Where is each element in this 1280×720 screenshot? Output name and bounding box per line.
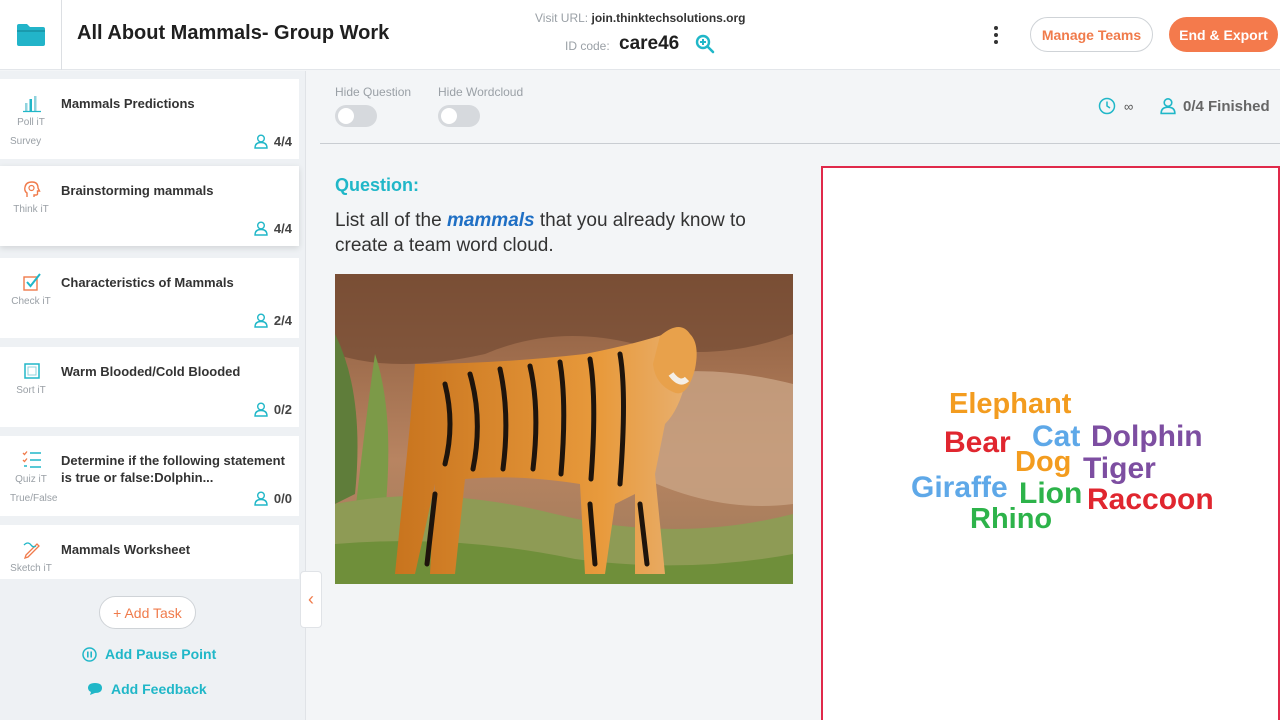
- task-type: Quiz iT: [15, 474, 47, 485]
- task-count-value: 4/4: [273, 134, 292, 149]
- word-raccoon: Raccoon: [1087, 483, 1214, 516]
- task-count: 4/4: [254, 221, 292, 236]
- poll-chart-icon: [23, 96, 41, 113]
- task-title: Mammals Worksheet: [61, 542, 191, 557]
- word-tiger: Tiger: [1083, 452, 1156, 485]
- finished-status: 0/4 Finished: [1160, 97, 1270, 115]
- clock-icon: [1098, 97, 1116, 115]
- add-feedback-link[interactable]: Add Feedback: [87, 681, 207, 697]
- task-count-value: 2/4: [273, 313, 292, 328]
- more-options-icon[interactable]: [985, 22, 1007, 48]
- task-type: Sketch iT: [10, 563, 52, 574]
- hide-question-label: Hide Question: [335, 85, 412, 99]
- task-title: Warm Blooded/Cold Blooded: [61, 364, 241, 379]
- add-feedback-label: Add Feedback: [111, 681, 207, 697]
- task-count: 0/0: [254, 491, 292, 506]
- add-pause-point-label: Add Pause Point: [105, 646, 217, 662]
- task-type: Poll iT: [17, 117, 45, 128]
- word-dolphin: Dolphin: [1091, 420, 1203, 453]
- task-title: Determine if the following statement is …: [61, 453, 285, 485]
- question-text: List all of the mammals that you already…: [335, 208, 795, 258]
- user-icon: [254, 491, 268, 506]
- task-subtype: Survey: [10, 136, 42, 147]
- zoom-in-icon[interactable]: [695, 34, 715, 54]
- end-export-button[interactable]: End & Export: [1169, 17, 1278, 52]
- task-item-characteristics[interactable]: Check iT Characteristics of Mammals 2/4: [0, 258, 299, 338]
- pause-icon: [82, 646, 97, 662]
- task-title: Mammals Predictions: [61, 96, 195, 111]
- visit-url-value: join.thinktechsolutions.org: [591, 11, 746, 25]
- chat-bubble-icon: [88, 683, 102, 695]
- user-icon: [254, 221, 268, 236]
- logo[interactable]: [0, 0, 62, 70]
- task-type: Check iT: [11, 296, 51, 307]
- chevron-left-icon: ‹: [308, 589, 314, 609]
- page-title: All About Mammals- Group Work: [77, 22, 390, 44]
- task-title: Brainstorming mammals: [61, 183, 214, 198]
- task-count: 2/4: [254, 313, 292, 328]
- task-subtype: True/False: [10, 493, 58, 504]
- wordcloud-panel: Elephant Bear Cat Dolphin Dog Tiger Gira…: [821, 166, 1280, 720]
- word-giraffe: Giraffe: [911, 471, 1008, 504]
- word-bear: Bear: [944, 426, 1011, 459]
- user-icon: [254, 134, 268, 149]
- think-head-icon: [24, 181, 41, 197]
- user-icon: [1160, 98, 1176, 115]
- task-item-true-false-quiz[interactable]: Quiz iT True/False Determine if the foll…: [0, 436, 299, 516]
- id-code-value: care46: [619, 33, 680, 54]
- question-label: Question:: [335, 175, 419, 195]
- word-dog: Dog: [1015, 446, 1072, 478]
- task-item-brainstorming-mammals[interactable]: Think iT Brainstorming mammals 4/4: [0, 166, 299, 246]
- task-type: Sort iT: [16, 385, 46, 396]
- question-text-pre: List all of the: [335, 210, 447, 231]
- divider: [320, 143, 1280, 144]
- task-item-mammals-predictions[interactable]: Poll iT Survey Mammals Predictions 4/4: [0, 79, 299, 159]
- task-count: 0/2: [254, 402, 292, 417]
- sort-square-icon: [24, 363, 40, 379]
- visit-url-label: Visit URL:: [535, 11, 589, 25]
- user-icon: [254, 402, 268, 417]
- task-count-value: 0/0: [273, 491, 292, 506]
- user-icon: [254, 313, 268, 328]
- task-count-value: 4/4: [273, 221, 292, 236]
- word-rhino: Rhino: [970, 503, 1053, 535]
- task-item-warm-cold-blooded[interactable]: Sort iT Warm Blooded/Cold Blooded 0/2: [0, 347, 299, 427]
- visit-url: Visit URL: join.thinktechsolutions.org: [535, 11, 745, 25]
- add-task-button[interactable]: + Add Task: [99, 596, 196, 629]
- checkbox-icon: [23, 273, 41, 291]
- finished-value: 0/4 Finished: [1183, 97, 1270, 115]
- task-item-mammals-worksheet[interactable]: Sketch iT Mammals Worksheet: [0, 525, 299, 579]
- manage-teams-button[interactable]: Manage Teams: [1030, 17, 1153, 52]
- hide-wordcloud-label: Hide Wordcloud: [438, 85, 524, 99]
- quiz-list-icon: [22, 451, 41, 468]
- collapse-sidebar-button[interactable]: ‹: [300, 571, 322, 628]
- task-count-value: 0/2: [273, 402, 292, 417]
- question-keyword: mammals: [446, 210, 535, 231]
- top-bar: All About Mammals- Group Work Visit URL:…: [0, 0, 1280, 70]
- hide-wordcloud-toggle[interactable]: [438, 105, 480, 127]
- task-title: Characteristics of Mammals: [61, 275, 234, 290]
- task-sidebar: Poll iT Survey Mammals Predictions 4/4 T…: [0, 71, 306, 720]
- timer-value: ∞: [1124, 98, 1134, 114]
- task-count: 4/4: [254, 134, 292, 149]
- task-type: Think iT: [13, 204, 49, 215]
- timer: ∞: [1098, 97, 1133, 115]
- id-code-label: ID code:: [565, 39, 610, 53]
- hide-question-toggle[interactable]: [335, 105, 377, 127]
- word-elephant: Elephant: [949, 388, 1072, 420]
- folder-icon: [16, 24, 45, 46]
- tiger-photo: [335, 274, 793, 584]
- add-pause-point-link[interactable]: Add Pause Point: [82, 646, 216, 662]
- sketch-pencil-icon: [23, 542, 40, 559]
